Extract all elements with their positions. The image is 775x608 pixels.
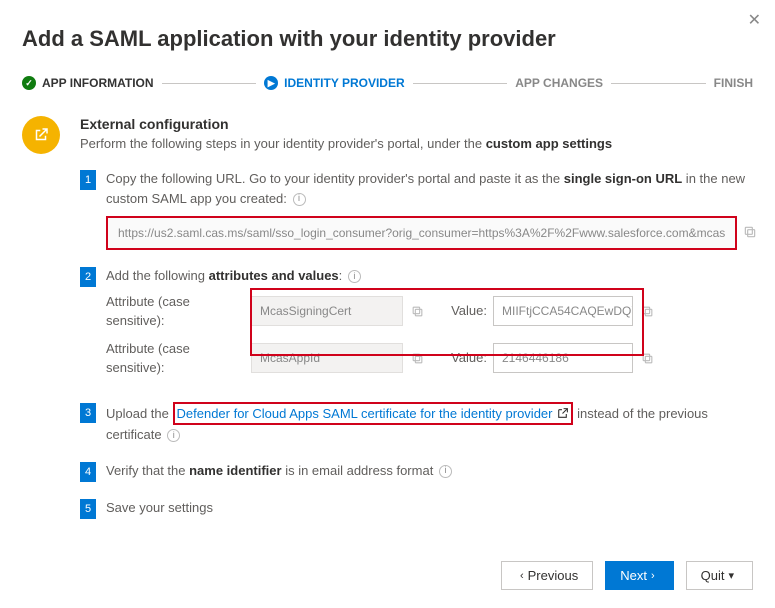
step-number: 5 [80,499,96,519]
copy-icon[interactable] [639,305,655,318]
instruction-step-2: 2 Add the following attributes and value… [80,266,759,386]
step-number: 4 [80,462,96,482]
certificate-download-link[interactable]: Defender for Cloud Apps SAML certificate… [173,402,574,426]
chevron-left-icon: ‹ [520,570,524,582]
step-label: APP INFORMATION [42,76,154,90]
instruction-step-5: 5 Save your settings [80,498,759,519]
step-divider [413,83,508,84]
step-number: 1 [80,170,96,190]
previous-button[interactable]: ‹ Previous [501,561,593,590]
step-finish[interactable]: FINISH [714,76,753,90]
attribute-name-2[interactable]: McasAppId [251,343,403,373]
attribute-value-2[interactable]: 2146446186 [493,343,633,373]
info-icon[interactable]: i [439,465,452,478]
play-icon: ▶ [264,76,278,90]
instruction-step-4: 4 Verify that the name identifier is in … [80,461,759,482]
wizard-footer: ‹ Previous Next › Quit ▾ [501,561,753,590]
quit-button[interactable]: Quit ▾ [686,561,753,590]
check-icon: ✓ [22,76,36,90]
step-divider [611,83,706,84]
instruction-step-3: 3 Upload the Defender for Cloud Apps SAM… [80,402,759,445]
step-app-changes[interactable]: APP CHANGES [515,76,603,90]
sso-url-field[interactable]: https://us2.saml.cas.ms/saml/sso_login_c… [106,216,737,250]
value-label: Value: [435,348,487,368]
attribute-value-1[interactable]: MIIFtjCCA54CAQEwDQYJKoZI [493,296,633,326]
next-button[interactable]: Next › [605,561,673,590]
external-link-icon [22,116,60,154]
page-title: Add a SAML application with your identit… [22,26,753,52]
chevron-down-icon: ▾ [728,569,734,582]
step-number: 2 [80,267,96,287]
info-icon[interactable]: i [167,429,180,442]
copy-icon[interactable] [639,352,655,365]
copy-icon[interactable] [409,305,425,318]
step-label: FINISH [714,76,753,90]
step-number: 3 [80,403,96,423]
step-divider [162,83,257,84]
value-label: Value: [435,301,487,321]
step-label: APP CHANGES [515,76,603,90]
instruction-step-1: 1 Copy the following URL. Go to your ide… [80,169,759,250]
section-heading: External configuration [80,116,759,132]
info-icon[interactable]: i [293,193,306,206]
step-app-information[interactable]: ✓ APP INFORMATION [22,76,154,90]
attribute-label: Attribute (case sensitive): [106,292,251,331]
section-description: Perform the following steps in your iden… [80,136,759,151]
attribute-name-1[interactable]: McasSigningCert [251,296,403,326]
copy-icon[interactable] [409,352,425,365]
close-icon[interactable]: ✕ [748,10,761,30]
copy-icon[interactable] [743,225,759,241]
info-icon[interactable]: i [348,270,361,283]
chevron-right-icon: › [651,570,655,582]
step-identity-provider[interactable]: ▶ IDENTITY PROVIDER [264,76,404,90]
wizard-stepper: ✓ APP INFORMATION ▶ IDENTITY PROVIDER AP… [22,76,753,90]
attribute-label: Attribute (case sensitive): [106,339,251,378]
step-label: IDENTITY PROVIDER [284,76,404,90]
